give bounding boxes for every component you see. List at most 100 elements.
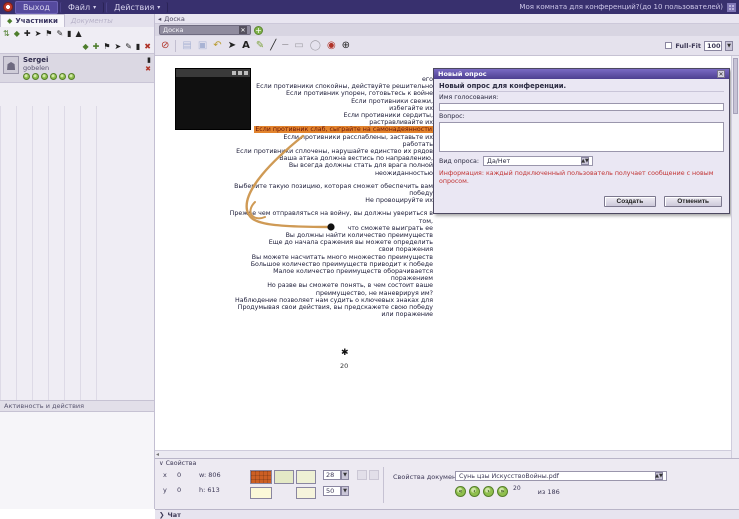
- page-number: 20: [340, 362, 349, 370]
- horizontal-scrollbar[interactable]: ◂: [155, 450, 731, 458]
- zoom-input[interactable]: 100: [704, 40, 722, 51]
- opacity-input[interactable]: 50: [323, 486, 341, 496]
- moderator-icon[interactable]: ◆: [82, 42, 88, 51]
- select-stepper-icon[interactable]: ▲▼: [581, 157, 590, 165]
- mic-icon[interactable]: ▮: [147, 56, 151, 64]
- draw-line-icon[interactable]: ╱: [270, 40, 276, 51]
- text-line: Вы всегда должны стать для врага полной: [288, 162, 433, 170]
- dialog-title-label: Новый опрос: [438, 70, 487, 78]
- users-sort-icon[interactable]: ⇅: [3, 29, 10, 38]
- font-size-input[interactable]: 28: [323, 470, 341, 480]
- add-user-icon[interactable]: ✚: [24, 29, 31, 38]
- activity-section-header[interactable]: Активность и действия: [0, 400, 154, 412]
- zoom-stepper[interactable]: ▼: [725, 40, 733, 51]
- clear-board-icon[interactable]: ⊘: [161, 40, 169, 51]
- color-swatch[interactable]: [250, 487, 272, 499]
- straight-line-icon[interactable]: ─: [282, 40, 288, 51]
- save-icon[interactable]: ▣: [198, 40, 207, 51]
- italic-button[interactable]: [369, 470, 379, 480]
- select-pointer-icon[interactable]: ➤: [228, 40, 236, 51]
- poll-name-input[interactable]: [439, 103, 724, 111]
- close-icon[interactable]: [244, 71, 248, 75]
- edit-icon[interactable]: ✎: [56, 29, 63, 38]
- mic-icon[interactable]: ▮: [67, 29, 71, 38]
- flag-icon[interactable]: ⚑: [45, 29, 52, 38]
- text-line: Если противники расслаблены, заставьте и…: [283, 133, 433, 141]
- tab-documents[interactable]: Документы: [65, 14, 119, 27]
- bold-button[interactable]: [357, 470, 367, 480]
- poll-question-textarea[interactable]: [439, 122, 724, 152]
- edit-icon[interactable]: ✎: [125, 42, 132, 51]
- flag-icon[interactable]: ⚑: [103, 42, 110, 51]
- whiteboard-text: его Если противники спокойны, действуйте …: [215, 76, 433, 319]
- kick-user-icon[interactable]: ✖: [145, 65, 151, 73]
- y-value: 0: [177, 486, 182, 494]
- properties-header[interactable]: ∨ Свойства: [159, 460, 196, 467]
- permission-dot[interactable]: [23, 73, 30, 80]
- add-board-icon[interactable]: +: [254, 25, 263, 35]
- scrollbar-thumb[interactable]: [733, 58, 738, 114]
- text-line: Если противники сплочены, нарушайте един…: [236, 148, 433, 156]
- participant-row[interactable]: ☗ Sergei gobelen ▮ ✖: [0, 53, 154, 83]
- permission-dot[interactable]: [32, 73, 39, 80]
- kick-user-icon[interactable]: ✖: [144, 42, 151, 51]
- poll-name-label: Имя голосования:: [439, 94, 499, 101]
- exit-label: Выход: [23, 2, 50, 12]
- scroll-left-icon[interactable]: ◂: [156, 451, 159, 458]
- text-line: Если противник упорен, готовьтесь к войн…: [286, 90, 433, 98]
- zoom-in-icon[interactable]: ⊕: [342, 40, 350, 51]
- permission-dot[interactable]: [68, 73, 75, 80]
- color-swatch[interactable]: [274, 470, 294, 484]
- opacity-spin-icon[interactable]: ▼: [341, 486, 349, 496]
- arrow-up-icon[interactable]: ▲: [76, 29, 82, 38]
- pointer-icon[interactable]: ➤: [114, 42, 121, 51]
- next-page-icon[interactable]: ›: [483, 486, 494, 497]
- exit-button[interactable]: Выход: [15, 0, 58, 14]
- permission-dot[interactable]: [59, 73, 66, 80]
- mic-icon[interactable]: ▮: [136, 42, 140, 51]
- whiteboard-canvas[interactable]: его Если противники спокойны, действуйте …: [155, 56, 739, 458]
- fill-color-swatch[interactable]: [250, 470, 272, 484]
- ellipse-tool-icon[interactable]: ◯: [310, 40, 321, 51]
- undo-icon[interactable]: ↶: [213, 40, 221, 51]
- text-tool-icon[interactable]: A: [242, 40, 250, 51]
- whiteboard-toolbar: ⊘ ▤ ▣ ↶ ➤ A ✎ ╱ ─ ▭ ◯ ◉ ⊕ Full-Fit 100 ▼: [155, 36, 739, 56]
- select-stepper-icon[interactable]: ▲▼: [655, 472, 663, 480]
- close-tab-icon[interactable]: ✕: [239, 26, 247, 34]
- create-button[interactable]: Создать: [603, 196, 657, 207]
- spin-icon: ▼: [727, 42, 731, 49]
- new-document-icon[interactable]: ▤: [182, 40, 191, 51]
- collapse-sidebar-icon[interactable]: ◂: [158, 15, 161, 23]
- users-icon: ◆: [7, 16, 13, 25]
- document-properties-label: Свойства документа: [393, 473, 464, 481]
- color-swatch[interactable]: [296, 487, 316, 499]
- first-page-icon[interactable]: «: [455, 486, 466, 497]
- vertical-scrollbar[interactable]: [731, 56, 739, 458]
- maximize-icon[interactable]: [238, 71, 242, 75]
- permission-dot[interactable]: [41, 73, 48, 80]
- pointer-eye-icon[interactable]: ◉: [327, 40, 336, 51]
- cancel-button[interactable]: Отменить: [664, 196, 722, 207]
- add-user-icon[interactable]: ✚: [93, 42, 100, 51]
- last-page-icon[interactable]: »: [497, 486, 508, 497]
- font-size-spin-icon[interactable]: ▼: [341, 470, 349, 480]
- actions-menu[interactable]: Действия ▾: [106, 1, 169, 13]
- marker-tool-icon[interactable]: ✎: [256, 40, 264, 51]
- board-tab[interactable]: Доска ✕: [159, 25, 251, 35]
- dialog-titlebar[interactable]: Новый опрос ✕: [434, 69, 729, 79]
- tab-documents-label: Документы: [70, 16, 113, 25]
- rectangle-tool-icon[interactable]: ▭: [294, 40, 303, 51]
- color-swatch[interactable]: [296, 470, 316, 484]
- poll-type-select[interactable]: Да/Нет ▲▼: [483, 156, 594, 166]
- chat-expander[interactable]: ❯ Чат: [155, 509, 739, 519]
- document-select[interactable]: Сунь цзы ИскусствоВойны.pdf ▲▼: [455, 471, 667, 481]
- file-menu[interactable]: Файл ▾: [59, 1, 105, 13]
- permission-dot[interactable]: [50, 73, 57, 80]
- moderator-icon[interactable]: ◆: [14, 29, 20, 38]
- fullfit-checkbox[interactable]: [665, 42, 673, 49]
- pointer-icon[interactable]: ➤: [35, 29, 42, 38]
- close-dialog-icon[interactable]: ✕: [717, 70, 725, 78]
- minimize-icon[interactable]: [232, 71, 236, 75]
- prev-page-icon[interactable]: ‹: [469, 486, 480, 497]
- tab-participants[interactable]: ◆ Участники: [0, 14, 65, 27]
